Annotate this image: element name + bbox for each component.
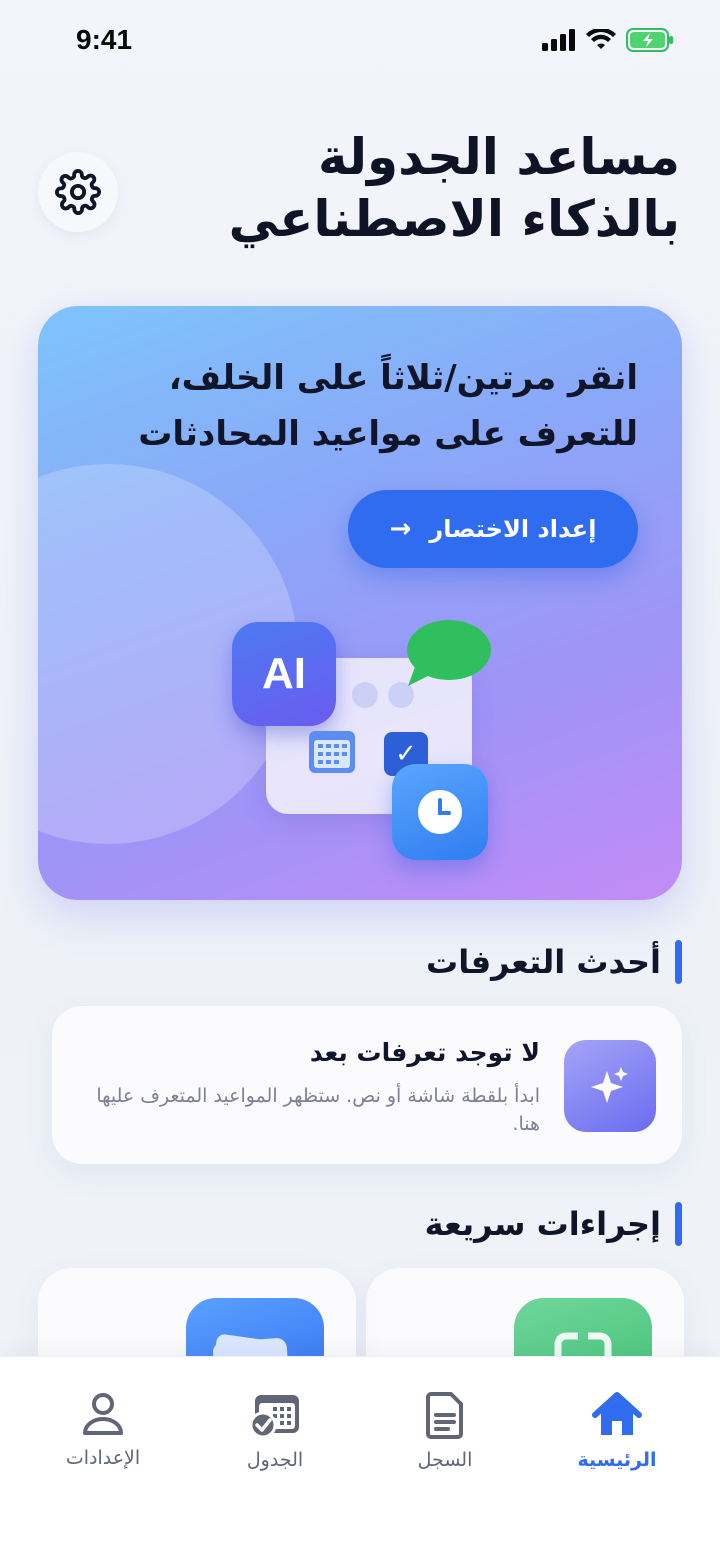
section-accent-bar: [675, 940, 682, 984]
sparkles-icon: [564, 1040, 656, 1132]
calendar-icon: [309, 731, 355, 773]
clock-icon: [392, 764, 488, 860]
status-bar: 9:41: [0, 0, 720, 80]
hero-illustration: AI ✓: [228, 618, 518, 878]
tab-history[interactable]: السجل: [380, 1391, 510, 1471]
hero-card: انقر مرتين/ثلاثاً على الخلف، للتعرف على …: [38, 306, 682, 900]
tab-home-label: الرئيسية: [577, 1449, 657, 1471]
person-icon: [83, 1393, 123, 1435]
calendar-check-icon: [249, 1395, 299, 1439]
setup-shortcut-label: إعداد الاختصار: [429, 515, 597, 543]
status-icons: [542, 28, 674, 52]
settings-button[interactable]: [38, 152, 118, 232]
tab-bar: الرئيسية السجل الجدول الإعدادات: [0, 1356, 720, 1558]
empty-recent-card: لا توجد تعرفات بعد ابدأ بلقطة شاشة أو نص…: [52, 1006, 682, 1164]
hero-text-line1: انقر مرتين/ثلاثاً على الخلف،: [168, 358, 638, 398]
empty-state-description: ابدأ بلقطة شاشة أو نص. ستظهر المواعيد ال…: [96, 1085, 540, 1135]
tab-history-label: السجل: [417, 1449, 473, 1471]
recent-section-label: أحدث التعرفات: [426, 943, 661, 981]
home-icon: [592, 1392, 642, 1435]
status-time: 9:41: [76, 24, 133, 55]
tab-home[interactable]: الرئيسية: [552, 1391, 682, 1471]
tab-settings-label: الإعدادات: [65, 1447, 141, 1469]
signal-icon: [542, 29, 575, 51]
tab-settings[interactable]: الإعدادات: [38, 1391, 168, 1469]
wifi-icon: [586, 29, 616, 49]
page-title-line1: مساعد الجدولة: [317, 128, 680, 186]
empty-state-title: لا توجد تعرفات بعد: [309, 1038, 540, 1067]
document-icon: [426, 1392, 463, 1439]
illustration-dots: [352, 682, 414, 708]
arrow-right-icon: →: [389, 514, 412, 544]
message-bubble-icon: [407, 620, 491, 686]
recent-section-title: أحدث التعرفات: [426, 940, 682, 984]
hero-text: انقر مرتين/ثلاثاً على الخلف، للتعرف على …: [78, 350, 638, 462]
quick-actions-label: إجراءات سريعة: [424, 1205, 661, 1243]
ai-badge-icon: AI: [232, 622, 336, 726]
section-accent-bar: [675, 1202, 682, 1246]
setup-shortcut-button[interactable]: إعداد الاختصار →: [348, 490, 638, 568]
page-title: مساعد الجدولة بالذكاء الاصطناعي: [160, 126, 680, 250]
hero-text-line2: للتعرف على مواعيد المحادثات: [138, 414, 638, 454]
page-title-line2: بالذكاء الاصطناعي: [228, 190, 680, 248]
battery-charging-icon: [626, 28, 673, 52]
gear-icon: [55, 169, 101, 215]
quick-actions-section-title: إجراءات سريعة: [425, 1202, 682, 1246]
tab-schedule[interactable]: الجدول: [210, 1391, 340, 1471]
tab-schedule-label: الجدول: [246, 1449, 304, 1471]
